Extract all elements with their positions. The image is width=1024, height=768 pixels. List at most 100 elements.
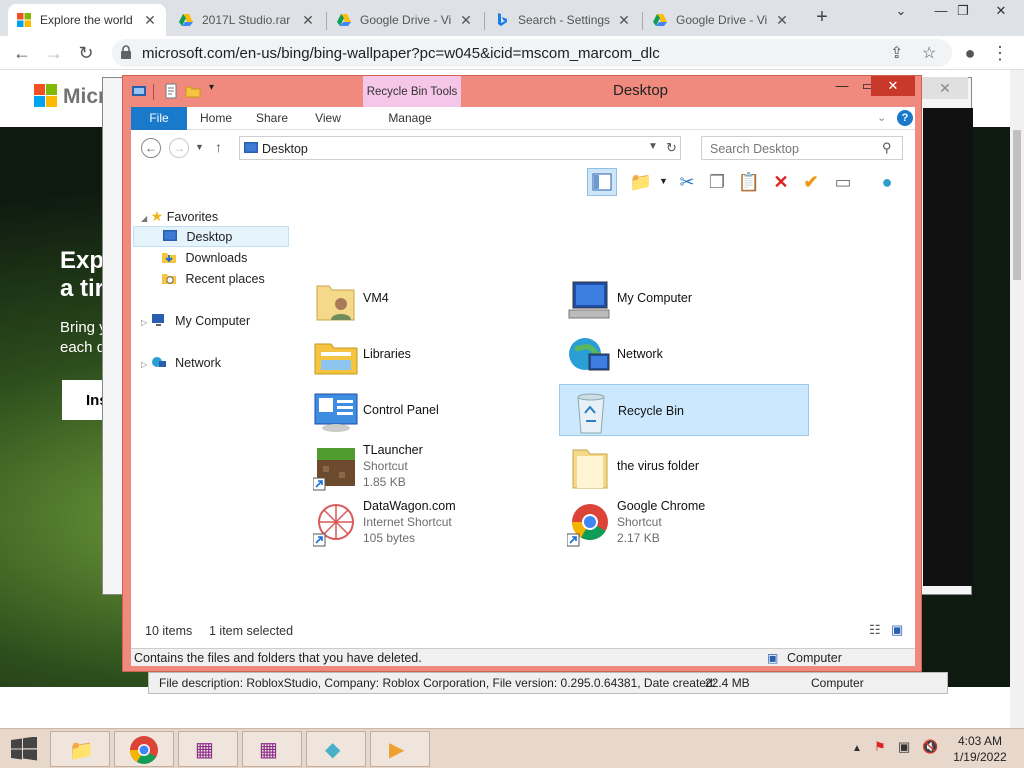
- browser-tab-rar[interactable]: 2017L Studio.rar ✕: [170, 4, 324, 36]
- taskbar-chrome[interactable]: [114, 731, 174, 767]
- nav-my-computer[interactable]: ▷ My Computer: [141, 311, 250, 332]
- customize-quick-access-icon[interactable]: ▾: [209, 82, 214, 93]
- tab-close-icon[interactable]: ✕: [142, 12, 158, 29]
- expand-arrow-icon[interactable]: ▷: [141, 318, 147, 327]
- forward-icon[interactable]: →: [42, 41, 66, 65]
- close-icon[interactable]: ✕: [871, 76, 915, 96]
- item-vm4[interactable]: VM4: [305, 272, 555, 324]
- search-input[interactable]: Search Desktop ⚲: [701, 136, 903, 160]
- microsoft-logo-icon[interactable]: [34, 84, 58, 108]
- lock-icon: [121, 45, 131, 59]
- tab-home[interactable]: Home: [193, 107, 239, 130]
- volume-muted-icon[interactable]: 🔇: [922, 739, 938, 755]
- item-tlauncher[interactable]: TLauncher Shortcut 1.85 KB: [305, 440, 555, 492]
- expand-arrow-icon[interactable]: ◢: [141, 214, 147, 223]
- browser-tab-drive[interactable]: Google Drive - Vi ✕: [328, 4, 482, 36]
- expand-arrow-icon[interactable]: ▷: [141, 360, 147, 369]
- chrome-shortcut-icon: [567, 504, 608, 547]
- address-bar[interactable]: microsoft.com/en-us/bing/bing-wallpaper?…: [112, 39, 952, 67]
- large-icons-view-icon[interactable]: ▣: [891, 622, 903, 638]
- location-computer: Computer: [811, 676, 864, 690]
- item-control-panel[interactable]: Control Panel: [305, 384, 555, 436]
- rename-icon[interactable]: ▭: [829, 169, 857, 195]
- close-icon[interactable]: ✕: [978, 0, 1024, 30]
- nav-network[interactable]: ▷ Network: [141, 353, 221, 374]
- tab-close-icon[interactable]: ✕: [774, 12, 790, 29]
- help-icon[interactable]: ?: [897, 110, 913, 126]
- forward-icon[interactable]: →: [169, 138, 189, 158]
- taskbar-app[interactable]: ◆: [306, 731, 366, 767]
- action-center-icon[interactable]: ⚑: [874, 739, 886, 755]
- item-name: Google Chrome: [617, 499, 706, 513]
- item-type: Shortcut: [617, 515, 662, 529]
- folder-options-icon[interactable]: 📁: [627, 169, 655, 195]
- cut-icon[interactable]: ✂: [673, 169, 701, 195]
- item-libraries[interactable]: Libraries: [305, 328, 555, 380]
- profile-avatar-icon[interactable]: ●: [958, 41, 982, 65]
- properties-icon[interactable]: [163, 83, 179, 99]
- minimize-icon[interactable]: —: [829, 76, 855, 96]
- new-folder-icon[interactable]: [185, 83, 201, 99]
- item-google-chrome[interactable]: Google Chrome Shortcut 2.17 KB: [559, 496, 809, 548]
- checkmark-icon[interactable]: ✔: [797, 169, 825, 195]
- network-tray-icon[interactable]: ▣: [898, 739, 910, 755]
- item-network[interactable]: Network: [559, 328, 809, 380]
- network-globe-icon[interactable]: ●: [873, 169, 901, 195]
- preview-pane-icon[interactable]: [587, 168, 617, 196]
- menu-icon[interactable]: ⋮: [988, 41, 1012, 65]
- tab-close-icon[interactable]: ✕: [616, 12, 632, 29]
- item-virus-folder[interactable]: the virus folder: [559, 440, 809, 492]
- nav-recent-places[interactable]: Recent places: [161, 269, 265, 290]
- refresh-icon[interactable]: ↻: [666, 140, 677, 156]
- taskbar-media-player[interactable]: ▶: [370, 731, 430, 767]
- back-icon[interactable]: ←: [10, 41, 34, 65]
- file-explorer-icon: 📁: [69, 740, 94, 762]
- paste-icon[interactable]: 📋: [735, 169, 763, 195]
- tab-share[interactable]: Share: [249, 107, 295, 130]
- share-icon[interactable]: ⇪: [890, 43, 903, 63]
- recycle-bin-tools-tab[interactable]: Recycle Bin Tools: [363, 76, 461, 107]
- tab-view[interactable]: View: [305, 107, 351, 130]
- details-view-icon[interactable]: ☷: [869, 622, 881, 638]
- item-datawagon[interactable]: DataWagon.com Internet Shortcut 105 byte…: [305, 496, 555, 548]
- tab-close-icon[interactable]: ✕: [300, 12, 316, 29]
- copy-icon[interactable]: ❐: [703, 169, 731, 195]
- taskbar-winrar-2[interactable]: ▦: [242, 731, 302, 767]
- tab-close-icon[interactable]: ✕: [458, 12, 474, 29]
- back-icon[interactable]: ←: [141, 138, 161, 158]
- browser-tab-explore[interactable]: Explore the world ✕: [8, 4, 166, 36]
- clock[interactable]: 4:03 AM 1/19/2022: [944, 733, 1016, 765]
- chrome-icon: [130, 736, 158, 764]
- reload-icon[interactable]: ↻: [74, 41, 98, 65]
- nav-downloads[interactable]: Downloads: [161, 248, 247, 269]
- page-scrollbar-thumb[interactable]: [1013, 130, 1021, 280]
- item-recycle-bin[interactable]: Recycle Bin: [559, 384, 809, 436]
- background-window-close-icon[interactable]: ✕: [922, 77, 968, 99]
- taskbar-file-explorer[interactable]: 📁: [50, 731, 110, 767]
- taskbar-winrar[interactable]: ▦: [178, 731, 238, 767]
- computer-icon: [151, 314, 164, 326]
- app-icon: ◆: [325, 739, 341, 761]
- nav-label: Downloads: [185, 251, 248, 265]
- recent-locations-icon[interactable]: ▼: [195, 142, 204, 152]
- tab-file[interactable]: File: [131, 107, 187, 130]
- google-drive-favicon-icon: [179, 14, 193, 26]
- folder-options-dropdown-icon[interactable]: ▼: [659, 176, 668, 186]
- address-dropdown-icon[interactable]: ▼: [648, 141, 658, 152]
- nav-favorites[interactable]: ◢ ★ Favorites: [141, 206, 218, 227]
- tab-manage[interactable]: Manage: [363, 107, 457, 130]
- tlauncher-shortcut-icon: [313, 448, 355, 491]
- delete-icon[interactable]: ✕: [767, 169, 795, 195]
- bookmark-star-icon[interactable]: ☆: [922, 43, 936, 63]
- nav-desktop[interactable]: Desktop: [133, 226, 289, 247]
- item-my-computer[interactable]: My Computer: [559, 272, 809, 324]
- address-field[interactable]: Desktop ▼ ↻: [239, 136, 681, 160]
- browser-tab-drive-2[interactable]: Google Drive - Vi ✕: [644, 4, 798, 36]
- start-button[interactable]: [10, 736, 38, 761]
- expand-ribbon-icon[interactable]: ⌄: [877, 111, 886, 124]
- up-icon[interactable]: ↑: [215, 139, 222, 155]
- show-hidden-icons[interactable]: ▲: [852, 743, 862, 754]
- window-system-icon[interactable]: [131, 83, 147, 99]
- new-tab-icon[interactable]: +: [810, 6, 834, 30]
- browser-tab-search-settings[interactable]: Search - Settings ✕: [486, 4, 640, 36]
